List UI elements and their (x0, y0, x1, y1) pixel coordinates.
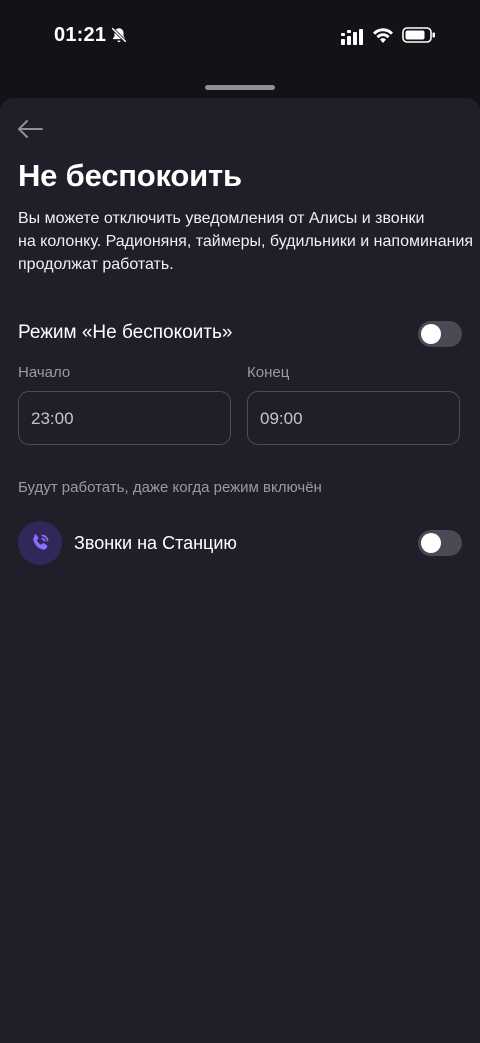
battery-icon (402, 27, 435, 43)
description-line: продолжат работать. (18, 256, 174, 273)
exceptions-hint: Будут работать, даже когда режим включён (18, 479, 322, 496)
start-time-label: Начало (18, 364, 71, 381)
end-time-field[interactable]: 09:00 (247, 391, 460, 445)
page-description: Вы можете отключить уведомления от Алисы… (18, 207, 474, 276)
end-time-label: Конец (247, 364, 290, 381)
start-time-value: 23:00 (31, 409, 74, 428)
sheet-grabber[interactable] (205, 85, 275, 90)
description-line: Вы можете отключить уведомления от Алисы… (18, 210, 425, 227)
toggle-knob (421, 533, 441, 553)
end-time-value: 09:00 (260, 409, 303, 428)
status-bar: 01:21 (0, 0, 480, 76)
signal-icon (341, 29, 363, 45)
description-line: на колонку. Радионяня, таймеры, будильни… (18, 233, 474, 250)
status-time: 01:21 (54, 24, 107, 46)
dnd-mode-toggle[interactable] (418, 321, 462, 347)
station-calls-label: Звонки на Станцию (74, 533, 237, 553)
toggle-knob (421, 324, 441, 344)
phone-call-icon (18, 521, 62, 565)
page-title: Не беспокоить (18, 158, 242, 193)
wifi-icon (373, 28, 393, 43)
list-item-station-calls: Звонки на Станцию (0, 516, 480, 572)
station-calls-toggle[interactable] (418, 530, 462, 556)
bell-off-icon (111, 27, 127, 43)
arrow-left-icon[interactable] (16, 117, 44, 141)
start-time-field[interactable]: 23:00 (18, 391, 231, 445)
dnd-mode-label: Режим «Не беспокоить» (18, 322, 233, 343)
